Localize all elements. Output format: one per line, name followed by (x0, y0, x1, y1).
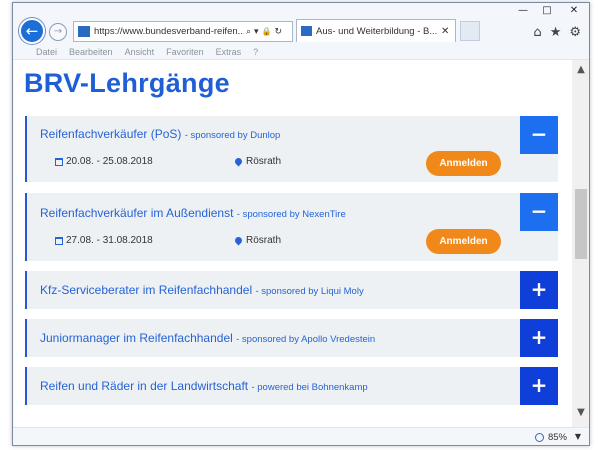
register-button[interactable]: Anmelden (426, 151, 501, 176)
course-sponsor: - sponsored by Liqui Moly (255, 286, 364, 297)
new-tab-button[interactable] (460, 21, 480, 41)
scroll-down-icon[interactable]: ▼ (572, 405, 589, 421)
search-icon[interactable]: ⌕ (246, 27, 251, 37)
course-title-text: Juniormanager im Reifenfachhandel (40, 331, 233, 345)
course-item: Reifenfachverkäufer im Außendienst - spo… (25, 193, 558, 261)
zoom-control[interactable]: 85% (534, 432, 567, 443)
url-text[interactable]: https://www.bundesverband-reifen... (94, 26, 244, 37)
vertical-scrollbar[interactable]: ▲ ▼ (572, 60, 589, 427)
course-location: Rösrath (233, 235, 282, 246)
page-title: BRV-Lehrgänge (24, 68, 230, 98)
menu-favoriten[interactable]: Favoriten (160, 46, 210, 59)
calendar-icon (55, 157, 63, 166)
course-item: Juniormanager im Reifenfachhandel - spon… (25, 319, 558, 357)
course-sponsor: - sponsored by Apollo Vredestein (236, 334, 376, 345)
browser-tab[interactable]: Aus- und Weiterbildung - B... ✕ (296, 19, 456, 42)
address-bar[interactable]: https://www.bundesverband-reifen... ⌕ ▾ … (73, 21, 293, 42)
course-title-text: Reifen und Räder in der Landwirtschaft (40, 379, 249, 393)
menu-bar: Datei Bearbeiten Ansicht Favoriten Extra… (13, 46, 589, 60)
zoom-dropdown-icon[interactable]: ▼ (575, 432, 581, 441)
expand-button[interactable]: + (520, 367, 558, 405)
chevron-down-icon[interactable]: ▾ (254, 27, 259, 37)
register-button[interactable]: Anmelden (426, 229, 501, 254)
expand-button[interactable]: + (520, 319, 558, 357)
course-date: 20.08. - 25.08.2018 (55, 156, 153, 167)
star-icon[interactable]: ★ (550, 25, 562, 40)
zoom-level: 85% (547, 432, 567, 443)
page-content: BRV-Lehrgänge Reifenfachverkäufer (PoS) … (14, 60, 572, 427)
browser-window: — □ ✕ ← → https://www.bundesverband-reif… (12, 2, 590, 446)
course-item: Kfz-Serviceberater im Reifenfachhandel -… (25, 271, 558, 309)
close-tab-icon[interactable]: ✕ (441, 26, 449, 37)
zoom-icon (534, 433, 544, 442)
course-title[interactable]: Reifen und Räder in der Landwirtschaft -… (40, 379, 368, 393)
course-title-text: Reifenfachverkäufer (PoS) (40, 127, 182, 141)
expand-button[interactable]: + (520, 271, 558, 309)
course-date-text: 27.08. - 31.08.2018 (66, 235, 153, 246)
refresh-icon[interactable]: ↻ (275, 27, 283, 37)
menu-ansicht[interactable]: Ansicht (119, 46, 161, 59)
location-pin-icon (233, 235, 244, 246)
course-title[interactable]: Juniormanager im Reifenfachhandel - spon… (40, 331, 375, 345)
course-location: Rösrath (233, 156, 282, 167)
home-icon[interactable]: ⌂ (533, 25, 541, 40)
course-title-text: Kfz-Serviceberater im Reifenfachhandel (40, 283, 253, 297)
status-bar: 85% ▼ (13, 427, 589, 445)
gear-icon[interactable]: ⚙ (569, 25, 581, 40)
collapse-button[interactable]: − (520, 193, 558, 231)
course-title[interactable]: Reifenfachverkäufer im Außendienst - spo… (40, 206, 346, 220)
course-sponsor: - sponsored by NexenTire (236, 209, 346, 220)
menu-help[interactable]: ? (247, 46, 264, 59)
forward-button[interactable]: → (49, 23, 67, 41)
calendar-icon (55, 236, 63, 245)
tab-title: Aus- und Weiterbildung - B... (316, 25, 438, 37)
tab-favicon-icon (301, 26, 312, 36)
course-date-text: 20.08. - 25.08.2018 (66, 156, 153, 167)
course-location-text: Rösrath (246, 235, 282, 246)
course-location-text: Rösrath (246, 156, 282, 167)
course-item: Reifenfachverkäufer (PoS) - sponsored by… (25, 116, 558, 182)
menu-bearbeiten[interactable]: Bearbeiten (63, 46, 119, 59)
collapse-button[interactable]: − (520, 116, 558, 154)
scroll-up-icon[interactable]: ▲ (572, 62, 589, 78)
back-button[interactable]: ← (19, 18, 45, 44)
menu-datei[interactable]: Datei (30, 46, 63, 59)
location-pin-icon (233, 156, 244, 167)
scrollbar-thumb[interactable] (575, 189, 587, 259)
course-sponsor: - sponsored by Dunlop (184, 130, 281, 141)
course-title[interactable]: Kfz-Serviceberater im Reifenfachhandel -… (40, 283, 364, 297)
course-sponsor: - powered bei Bohnenkamp (251, 382, 368, 393)
address-bar-tools: ⌕ ▾ 🔒 ↻ (246, 27, 282, 37)
lock-icon[interactable]: 🔒 (262, 27, 272, 37)
browser-tools: ⌂ ★ ⚙ (533, 25, 581, 40)
navigation-bar: ← → https://www.bundesverband-reifen... … (13, 15, 589, 47)
menu-extras[interactable]: Extras (210, 46, 248, 59)
course-item: Reifen und Räder in der Landwirtschaft -… (25, 367, 558, 405)
course-title[interactable]: Reifenfachverkäufer (PoS) - sponsored by… (40, 127, 280, 141)
course-date: 27.08. - 31.08.2018 (55, 235, 153, 246)
course-title-text: Reifenfachverkäufer im Außendienst (40, 206, 234, 220)
site-favicon-icon (78, 26, 90, 37)
